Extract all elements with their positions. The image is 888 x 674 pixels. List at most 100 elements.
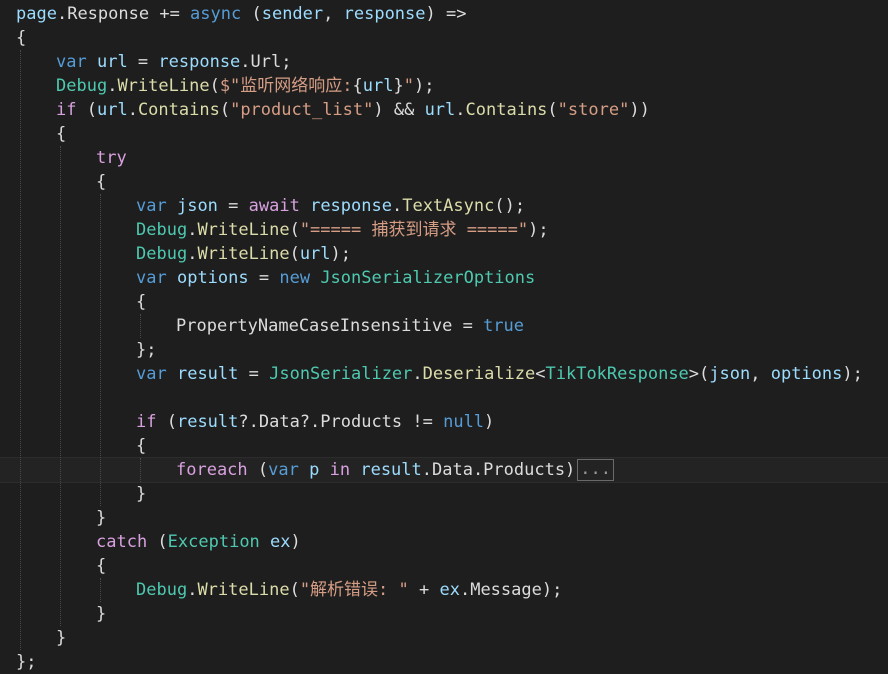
code-token: ) && bbox=[373, 100, 425, 120]
code-token: = bbox=[217, 196, 249, 216]
code-token: ex bbox=[439, 580, 460, 600]
code-token: . bbox=[391, 196, 403, 216]
code-line[interactable]: Debug.WriteLine($"监听网络响应:{url}"); bbox=[0, 74, 888, 98]
code-token: sender bbox=[261, 4, 324, 24]
code-line[interactable]: PropertyNameCaseInsensitive = true bbox=[0, 314, 888, 338]
code-line[interactable]: { bbox=[0, 434, 888, 458]
code-token: , bbox=[750, 364, 771, 384]
code-token: TextAsync bbox=[402, 196, 495, 216]
code-line-content: if (result?.Data?.Products != null) bbox=[136, 410, 494, 434]
code-token: null bbox=[443, 412, 485, 432]
code-line[interactable]: catch (Exception ex) bbox=[0, 530, 888, 554]
code-token: $"监听网络响应: bbox=[219, 76, 353, 96]
code-token: await bbox=[248, 196, 300, 216]
code-token: }; bbox=[16, 652, 37, 672]
code-token: . bbox=[412, 364, 423, 384]
code-token: } bbox=[393, 76, 404, 96]
code-line-content: PropertyNameCaseInsensitive = true bbox=[176, 314, 524, 338]
indent-guide bbox=[100, 578, 101, 602]
code-token: var bbox=[136, 364, 167, 384]
code-token: url bbox=[424, 100, 456, 120]
code-token: ); bbox=[414, 76, 435, 96]
code-line[interactable]: Debug.WriteLine("解析错误: " + ex.Message); bbox=[0, 578, 888, 602]
code-line[interactable]: var result = JsonSerializer.Deserialize<… bbox=[0, 362, 888, 386]
code-token: Url bbox=[250, 52, 282, 72]
code-line[interactable]: }; bbox=[0, 338, 888, 362]
code-token: ( bbox=[156, 412, 177, 432]
code-line[interactable]: { bbox=[0, 122, 888, 146]
code-line[interactable]: try bbox=[0, 146, 888, 170]
code-line[interactable]: foreach (var p in result.Data.Products).… bbox=[0, 457, 888, 483]
code-token: . bbox=[187, 580, 198, 600]
code-line[interactable]: { bbox=[0, 554, 888, 578]
code-token: response bbox=[158, 52, 241, 72]
code-token: " bbox=[403, 76, 414, 96]
code-token: } bbox=[136, 484, 147, 504]
code-token: in bbox=[329, 460, 351, 480]
code-line[interactable]: { bbox=[0, 290, 888, 314]
code-token: catch bbox=[96, 532, 148, 552]
code-line-content: if (url.Contains("product_list") && url.… bbox=[56, 98, 650, 122]
code-line[interactable]: } bbox=[0, 602, 888, 626]
code-line[interactable]: page.Response += async (sender, response… bbox=[0, 2, 888, 26]
code-line-content: { bbox=[56, 122, 66, 146]
code-line-content: var url = response.Url; bbox=[56, 50, 292, 74]
code-line[interactable]: var url = response.Url; bbox=[0, 50, 888, 74]
code-token: .Message); bbox=[459, 580, 563, 600]
code-token: ); bbox=[330, 244, 352, 264]
code-token: . bbox=[455, 100, 466, 120]
code-line[interactable]: var options = new JsonSerializerOptions bbox=[0, 266, 888, 290]
code-token: p bbox=[309, 460, 320, 480]
code-token: + bbox=[408, 580, 440, 600]
code-line-content: } bbox=[56, 626, 66, 650]
code-token: async bbox=[190, 4, 242, 24]
code-token: Deserialize bbox=[422, 364, 536, 384]
code-line-content: try bbox=[96, 146, 127, 170]
code-token: true bbox=[483, 316, 525, 336]
code-line[interactable]: Debug.WriteLine("===== 捕获到请求 ====="); bbox=[0, 218, 888, 242]
code-token: result bbox=[176, 364, 239, 384]
code-line[interactable]: if (url.Contains("product_list") && url.… bbox=[0, 98, 888, 122]
code-line[interactable]: }; bbox=[0, 650, 888, 674]
code-token: { bbox=[56, 124, 67, 144]
code-token: } bbox=[96, 604, 107, 624]
code-token: }; bbox=[136, 340, 157, 360]
code-token: if bbox=[136, 412, 157, 432]
code-line-content: Debug.WriteLine($"监听网络响应:{url}"); bbox=[56, 74, 434, 98]
code-token: json bbox=[176, 196, 218, 216]
indent-guide bbox=[140, 458, 141, 482]
code-token: JsonSerializerOptions bbox=[320, 268, 536, 288]
code-editor[interactable]: page.Response += async (sender, response… bbox=[0, 0, 888, 672]
code-token: } bbox=[56, 628, 67, 648]
code-token: Debug bbox=[136, 244, 188, 264]
collapsed-region-indicator[interactable]: ... bbox=[577, 459, 615, 481]
code-line[interactable]: } bbox=[0, 626, 888, 650]
code-line[interactable]: } bbox=[0, 506, 888, 530]
code-line[interactable]: { bbox=[0, 26, 888, 50]
code-line[interactable] bbox=[0, 386, 888, 410]
code-token: url bbox=[362, 76, 394, 96]
code-line[interactable]: Debug.WriteLine(url); bbox=[0, 242, 888, 266]
code-line-content: { bbox=[96, 554, 106, 578]
code-token: < bbox=[535, 364, 546, 384]
code-token: TikTokResponse bbox=[545, 364, 689, 384]
code-token: . bbox=[127, 100, 138, 120]
code-token: JsonSerializer bbox=[269, 364, 413, 384]
code-token: result bbox=[360, 460, 422, 480]
code-line[interactable]: var json = await response.TextAsync(); bbox=[0, 194, 888, 218]
code-token: . bbox=[240, 52, 251, 72]
code-line[interactable]: { bbox=[0, 170, 888, 194]
code-token: if bbox=[56, 100, 77, 120]
code-line-content: Debug.WriteLine("===== 捕获到请求 ====="); bbox=[136, 218, 549, 242]
code-token: var bbox=[56, 52, 87, 72]
code-token: )) bbox=[629, 100, 650, 120]
code-token: PropertyNameCaseInsensitive bbox=[176, 316, 453, 336]
code-line[interactable]: if (result?.Data?.Products != null) bbox=[0, 410, 888, 434]
code-line[interactable]: } bbox=[0, 482, 888, 506]
